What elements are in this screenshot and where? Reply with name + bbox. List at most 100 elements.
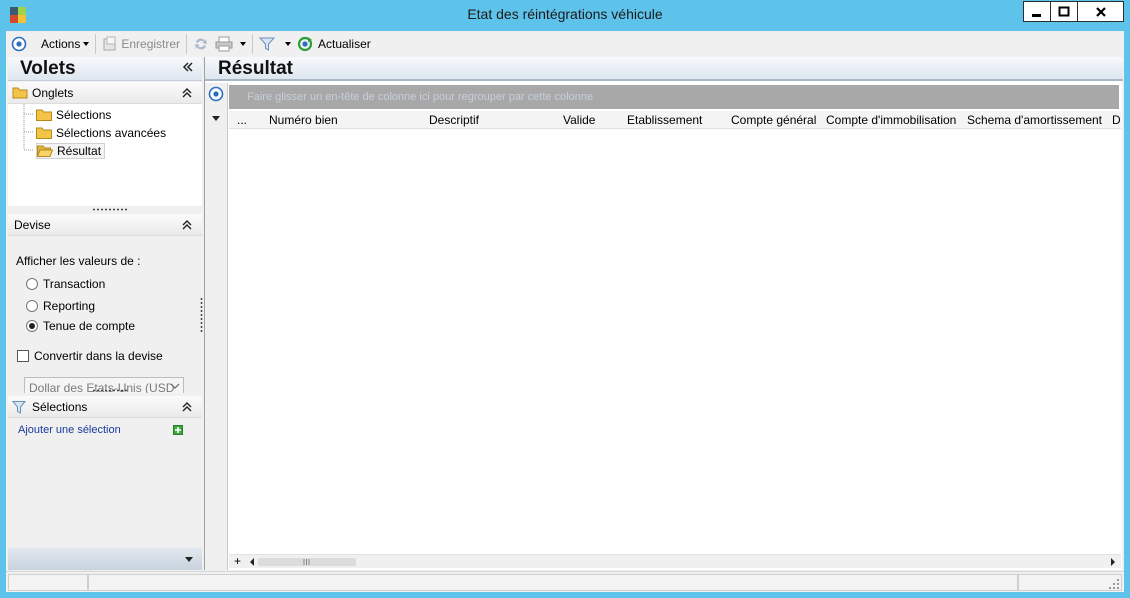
title-bar[interactable]: Etat des réintégrations véhicule: [0, 0, 1130, 30]
chevron-down-icon: [240, 42, 247, 46]
sync-button[interactable]: [190, 33, 212, 55]
column-header-descriptif[interactable]: Descriptif: [429, 113, 479, 127]
status-cell: [8, 574, 88, 591]
tab-label: Sélections: [56, 108, 112, 122]
double-chevron-up-icon[interactable]: [182, 401, 192, 413]
checkbox-label: Convertir dans la devise: [34, 349, 163, 363]
side-panel-footer: [8, 548, 202, 570]
chevron-down-icon: [285, 42, 292, 46]
add-selection-link[interactable]: Ajouter une sélection: [18, 424, 121, 436]
currency-section-label: Devise: [14, 217, 51, 232]
selections-section-label: Sélections: [32, 399, 88, 414]
application-window: Etat des réintégrations véhicule Actions…: [0, 0, 1130, 598]
add-row-button[interactable]: +: [234, 554, 241, 568]
radio-transaction[interactable]: Transaction: [26, 277, 105, 291]
target-icon: [11, 36, 27, 52]
currency-section-header[interactable]: Devise: [8, 214, 202, 236]
tab-advanced-selections[interactable]: Sélections avancées: [36, 125, 166, 141]
group-by-area[interactable]: Faire glisser un en-tête de colonne ici …: [229, 85, 1119, 109]
sync-icon: [195, 38, 208, 50]
grip-icon: [303, 559, 310, 565]
chevron-down-icon: [83, 42, 90, 46]
toolbar-separator: [252, 34, 254, 54]
grid-row-header: [205, 83, 228, 570]
save-label: Enregistrer: [121, 37, 181, 51]
side-panel-header: Volets: [8, 57, 202, 81]
column-header-compte-immobilisation[interactable]: Compte d'immobilisation: [826, 113, 956, 127]
folder-icon: [36, 109, 52, 121]
status-cell: [88, 574, 1018, 591]
minimize-button[interactable]: [1023, 1, 1050, 22]
target-button[interactable]: [8, 33, 30, 55]
folder-icon: [12, 87, 28, 99]
column-header-etablissement[interactable]: Etablissement: [627, 113, 702, 127]
print-button[interactable]: [212, 33, 249, 55]
dropdown-arrow-icon[interactable]: [211, 115, 221, 123]
radio-label: Reporting: [43, 299, 96, 313]
toolbar: Actions Enregistrer Actualiser: [6, 31, 1124, 57]
grid-column-header: ... Numéro bien Descriptif Valide Etabli…: [229, 111, 1121, 129]
double-chevron-left-icon: [182, 62, 193, 72]
side-panel: Volets Onglets Sélections Sélections ava…: [8, 57, 202, 570]
column-header-numero-bien[interactable]: Numéro bien: [269, 113, 338, 127]
selections-section-header[interactable]: Sélections: [8, 396, 202, 418]
tab-selections[interactable]: Sélections: [36, 107, 111, 123]
tabs-section-label: Onglets: [32, 85, 74, 100]
dropdown-arrow-icon[interactable]: [184, 556, 194, 564]
close-button[interactable]: [1077, 1, 1124, 22]
radio-reporting[interactable]: Reporting: [26, 299, 95, 313]
radio-button-selected[interactable]: [26, 320, 38, 332]
refresh-icon: [297, 36, 313, 52]
splitter-handle[interactable]: [92, 208, 128, 211]
scroll-left-icon[interactable]: [248, 557, 256, 567]
result-panel-title: Résultat: [218, 58, 293, 79]
save-icon: [103, 36, 116, 51]
resize-grip-icon[interactable]: [1108, 578, 1120, 590]
status-cell: [1018, 574, 1122, 591]
result-panel-header: Résultat: [205, 57, 1123, 81]
close-icon: [1095, 6, 1106, 17]
column-header-valide[interactable]: Valide: [563, 113, 595, 127]
actions-label: Actions: [41, 37, 81, 51]
collapse-panel-button[interactable]: [182, 60, 194, 77]
scrollbar-thumb[interactable]: [258, 558, 356, 566]
window-title: Etat des réintégrations véhicule: [467, 6, 663, 22]
vertical-splitter-handle[interactable]: [200, 297, 203, 333]
radio-label: Tenue de compte: [43, 319, 136, 333]
status-bar: [6, 571, 1124, 592]
tab-result[interactable]: Résultat: [36, 143, 106, 159]
toolbar-separator: [186, 34, 188, 54]
maximize-icon: [1058, 6, 1070, 16]
target-icon[interactable]: [208, 86, 224, 102]
column-header-d[interactable]: D: [1112, 113, 1121, 127]
column-header-schema-amortissement[interactable]: Schema d'amortissement: [967, 113, 1102, 127]
horizontal-scrollbar[interactable]: +: [229, 554, 1121, 568]
column-header-compte-general[interactable]: Compte général: [731, 113, 816, 127]
scroll-right-icon[interactable]: [1109, 557, 1117, 567]
checkbox[interactable]: [17, 350, 29, 362]
result-panel: Résultat Faire glisser un en-tête de col…: [204, 57, 1123, 570]
filter-icon: [12, 400, 26, 414]
column-header[interactable]: ...: [237, 113, 247, 127]
radio-button[interactable]: [26, 278, 38, 290]
refresh-button[interactable]: Actualiser: [294, 33, 374, 55]
client-area: Actions Enregistrer Actualiser Volets On…: [6, 31, 1124, 592]
side-panel-title: Volets: [20, 58, 76, 79]
refresh-label: Actualiser: [318, 37, 371, 51]
save-button[interactable]: Enregistrer: [99, 33, 183, 55]
open-folder-icon: [36, 145, 54, 157]
actions-menu-button[interactable]: Actions: [38, 33, 92, 55]
double-chevron-up-icon[interactable]: [182, 219, 192, 231]
folder-icon: [36, 127, 52, 139]
chevron-down-icon: [170, 383, 180, 389]
tabs-section-header[interactable]: Onglets: [8, 82, 202, 104]
maximize-button[interactable]: [1050, 1, 1077, 22]
radio-button[interactable]: [26, 300, 38, 312]
double-chevron-up-icon[interactable]: [182, 87, 192, 99]
convert-currency-checkbox[interactable]: Convertir dans la devise: [17, 349, 163, 363]
radio-label: Transaction: [43, 277, 106, 291]
splitter-handle[interactable]: [92, 389, 128, 392]
filter-button[interactable]: [256, 33, 294, 55]
add-icon[interactable]: [173, 425, 183, 435]
radio-account-keeping[interactable]: Tenue de compte: [26, 319, 135, 333]
